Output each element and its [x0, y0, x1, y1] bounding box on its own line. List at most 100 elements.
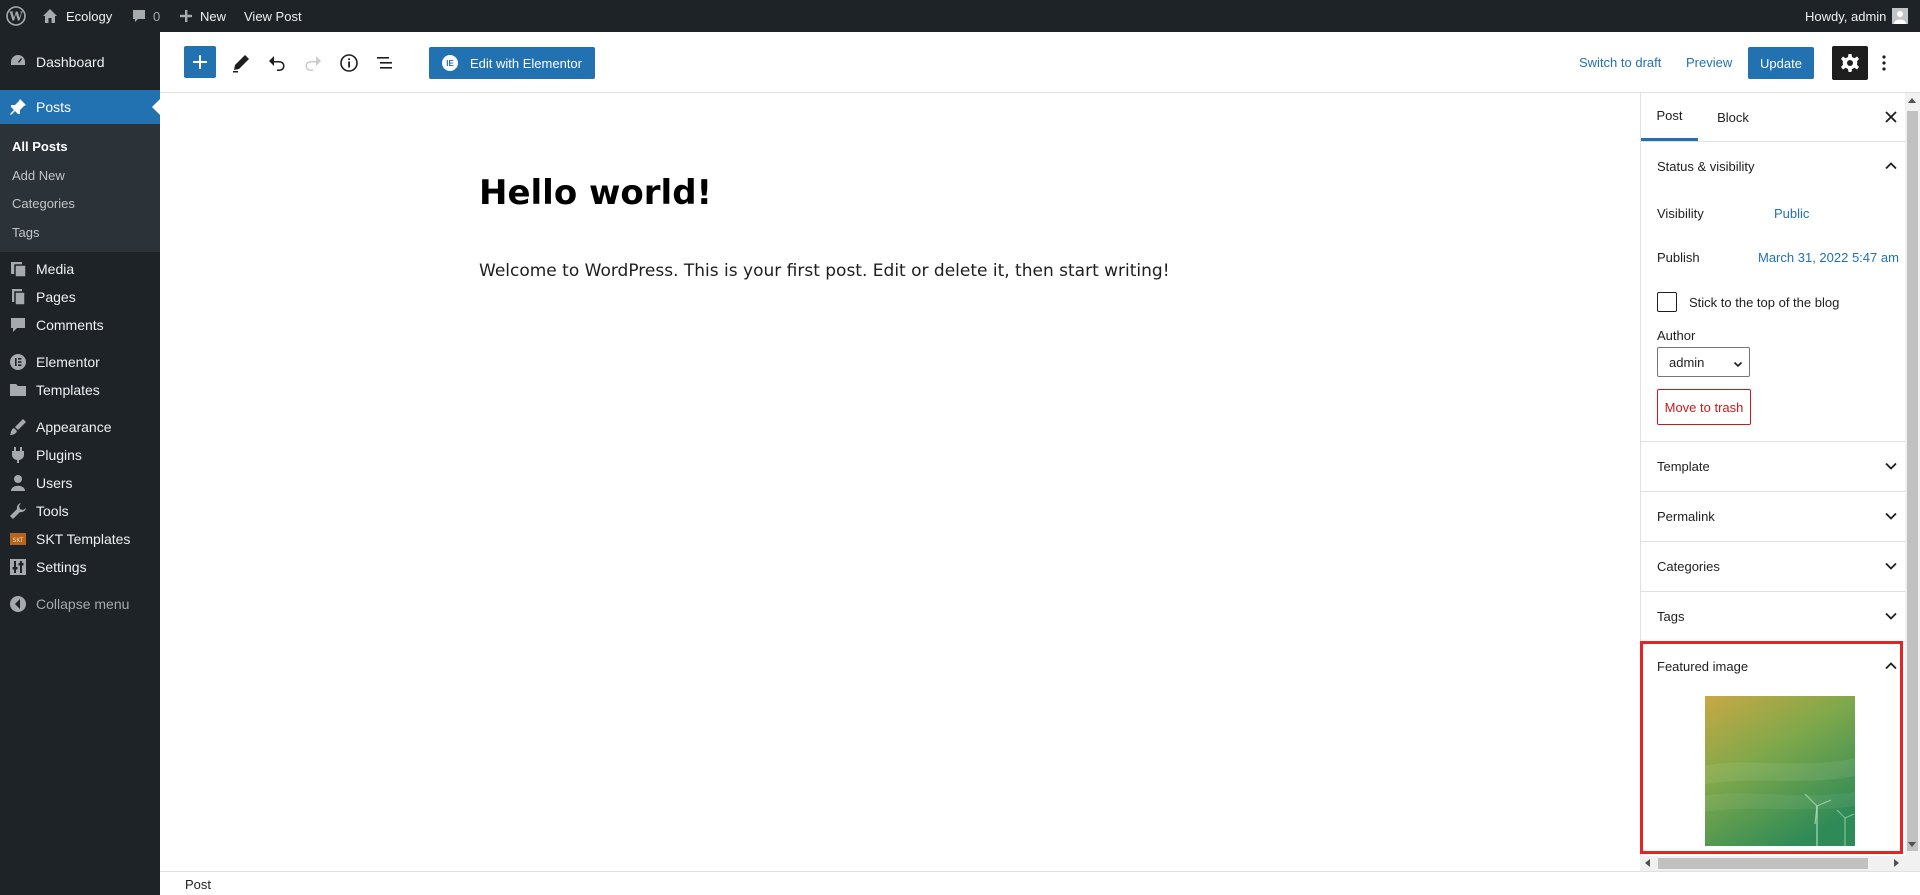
submenu-all-posts[interactable]: All Posts — [12, 139, 68, 154]
preview-button[interactable]: Preview — [1686, 55, 1732, 70]
breadcrumb[interactable]: Post — [185, 877, 211, 892]
status-visibility-panel-toggle[interactable]: Status & visibility — [1641, 141, 1905, 191]
template-panel-toggle[interactable]: Template — [1641, 441, 1905, 491]
tools-button[interactable] — [225, 47, 257, 79]
view-post-label: View Post — [244, 8, 302, 24]
tab-block[interactable]: Block — [1701, 93, 1765, 141]
collapse-menu-button[interactable]: Collapse menu — [0, 587, 160, 621]
pushpin-icon — [8, 97, 28, 117]
scroll-down-arrow-icon[interactable] — [1908, 842, 1916, 847]
visibility-label: Visibility — [1657, 206, 1704, 221]
sidebar-item-comments[interactable]: Comments — [0, 308, 160, 342]
edit-with-elementor-button[interactable]: IE Edit with Elementor — [429, 47, 595, 79]
close-settings-button[interactable] — [1881, 107, 1901, 127]
comments-icon — [8, 315, 28, 335]
sidebar-item-settings[interactable]: Settings — [0, 550, 160, 584]
settings-toggle-button[interactable] — [1832, 46, 1868, 80]
submenu-tags[interactable]: Tags — [12, 225, 39, 240]
wrench-icon — [8, 501, 28, 521]
sidebar-item-label: SKT Templates — [36, 531, 131, 547]
editor-toolbar: IE Edit with Elementor Switch to draft P… — [160, 32, 1920, 93]
featured-image-panel-toggle[interactable]: Featured image — [1641, 641, 1905, 691]
sidebar-item-label: Appearance — [36, 419, 112, 435]
elementor-button-label: Edit with Elementor — [470, 55, 582, 71]
submenu-add-new[interactable]: Add New — [12, 168, 65, 183]
scroll-left-arrow-icon[interactable] — [1645, 859, 1650, 867]
sidebar-item-label: Dashboard — [36, 54, 105, 70]
site-home-link[interactable]: Ecology — [42, 0, 112, 32]
list-view-button[interactable] — [369, 47, 401, 79]
post-paragraph[interactable]: Welcome to WordPress. This is your first… — [479, 261, 1170, 281]
publish-label: Publish — [1657, 250, 1700, 265]
new-content-link[interactable]: New — [179, 0, 226, 32]
account-menu[interactable]: Howdy, admin — [1805, 0, 1909, 32]
sidebar-item-label: Pages — [36, 289, 76, 305]
plugin-icon — [8, 445, 28, 465]
undo-button[interactable] — [261, 47, 293, 79]
plus-icon — [179, 9, 193, 23]
sticky-checkbox[interactable] — [1657, 292, 1677, 312]
chevron-down-icon — [1733, 357, 1743, 372]
panel-title: Categories — [1657, 559, 1720, 574]
svg-text:SKT: SKT — [13, 537, 24, 544]
elementor-logo-icon: IE — [442, 55, 458, 71]
post-title[interactable]: Hello world! — [479, 173, 712, 213]
sidebar-item-label: Users — [36, 475, 73, 491]
featured-image-thumbnail[interactable] — [1705, 696, 1855, 846]
sidebar-item-label: Settings — [36, 559, 87, 575]
tags-panel-toggle[interactable]: Tags — [1641, 591, 1905, 641]
view-post-link[interactable]: View Post — [244, 0, 302, 32]
scrollbar-thumb[interactable] — [1658, 858, 1868, 869]
publish-date-toggle[interactable]: March 31, 2022 5:47 am — [1758, 250, 1899, 265]
settings-vertical-scrollbar[interactable] — [1905, 93, 1920, 871]
sidebar-item-templates[interactable]: Templates — [0, 373, 160, 407]
author-selected-value: admin — [1669, 354, 1705, 370]
panel-title: Status & visibility — [1657, 159, 1755, 174]
scrollbar-thumb[interactable] — [1907, 111, 1918, 851]
svg-text:W: W — [8, 10, 23, 24]
scroll-right-arrow-icon[interactable] — [1894, 859, 1899, 867]
more-options-button[interactable] — [1872, 47, 1896, 79]
categories-panel-toggle[interactable]: Categories — [1641, 541, 1905, 591]
site-name: Ecology — [66, 8, 113, 24]
comments-count: 0 — [153, 8, 161, 24]
sidebar-item-dashboard[interactable]: Dashboard — [0, 45, 160, 79]
sticky-label: Stick to the top of the blog — [1689, 295, 1840, 310]
avatar — [1892, 8, 1909, 24]
comment-bubble-icon — [131, 8, 147, 24]
scroll-up-arrow-icon[interactable] — [1908, 98, 1916, 103]
elementor-icon — [8, 352, 28, 372]
author-select[interactable]: admin — [1657, 347, 1750, 377]
redo-icon — [303, 53, 323, 73]
move-to-trash-button[interactable]: Move to trash — [1657, 389, 1751, 425]
visibility-toggle[interactable]: Public — [1774, 206, 1809, 221]
redo-button[interactable] — [297, 47, 329, 79]
add-block-button[interactable] — [184, 46, 216, 78]
vertical-ellipsis-icon — [1882, 55, 1886, 71]
posts-submenu: All Posts Add New Categories Tags — [0, 124, 160, 252]
comments-link[interactable]: 0 — [131, 0, 160, 32]
chevron-down-icon — [1884, 509, 1898, 523]
chevron-up-icon — [1884, 659, 1898, 673]
sidebar-item-label: Comments — [36, 317, 104, 333]
sidebar-item-label: Posts — [36, 99, 72, 115]
wordpress-logo-icon[interactable]: W — [6, 0, 26, 32]
admin-sidebar: Dashboard Posts All Posts Add New Catego… — [0, 32, 160, 895]
greeting-text: Howdy, admin — [1805, 8, 1887, 24]
sidebar-item-label: Tools — [36, 503, 69, 519]
sidebar-item-label: Elementor — [36, 354, 100, 370]
list-view-icon — [375, 53, 395, 73]
switch-to-draft-button[interactable]: Switch to draft — [1579, 55, 1661, 70]
settings-horizontal-scrollbar[interactable] — [1640, 856, 1905, 871]
pages-icon — [8, 287, 28, 307]
sidebar-item-posts[interactable]: Posts — [0, 90, 160, 124]
skt-icon: SKT — [8, 529, 28, 549]
info-icon — [339, 53, 359, 73]
update-button[interactable]: Update — [1748, 47, 1814, 79]
submenu-categories[interactable]: Categories — [12, 196, 75, 211]
settings-sliders-icon — [8, 557, 28, 577]
tab-post[interactable]: Post — [1641, 93, 1698, 141]
permalink-panel-toggle[interactable]: Permalink — [1641, 491, 1905, 541]
details-button[interactable] — [333, 47, 365, 79]
media-icon — [8, 259, 28, 279]
